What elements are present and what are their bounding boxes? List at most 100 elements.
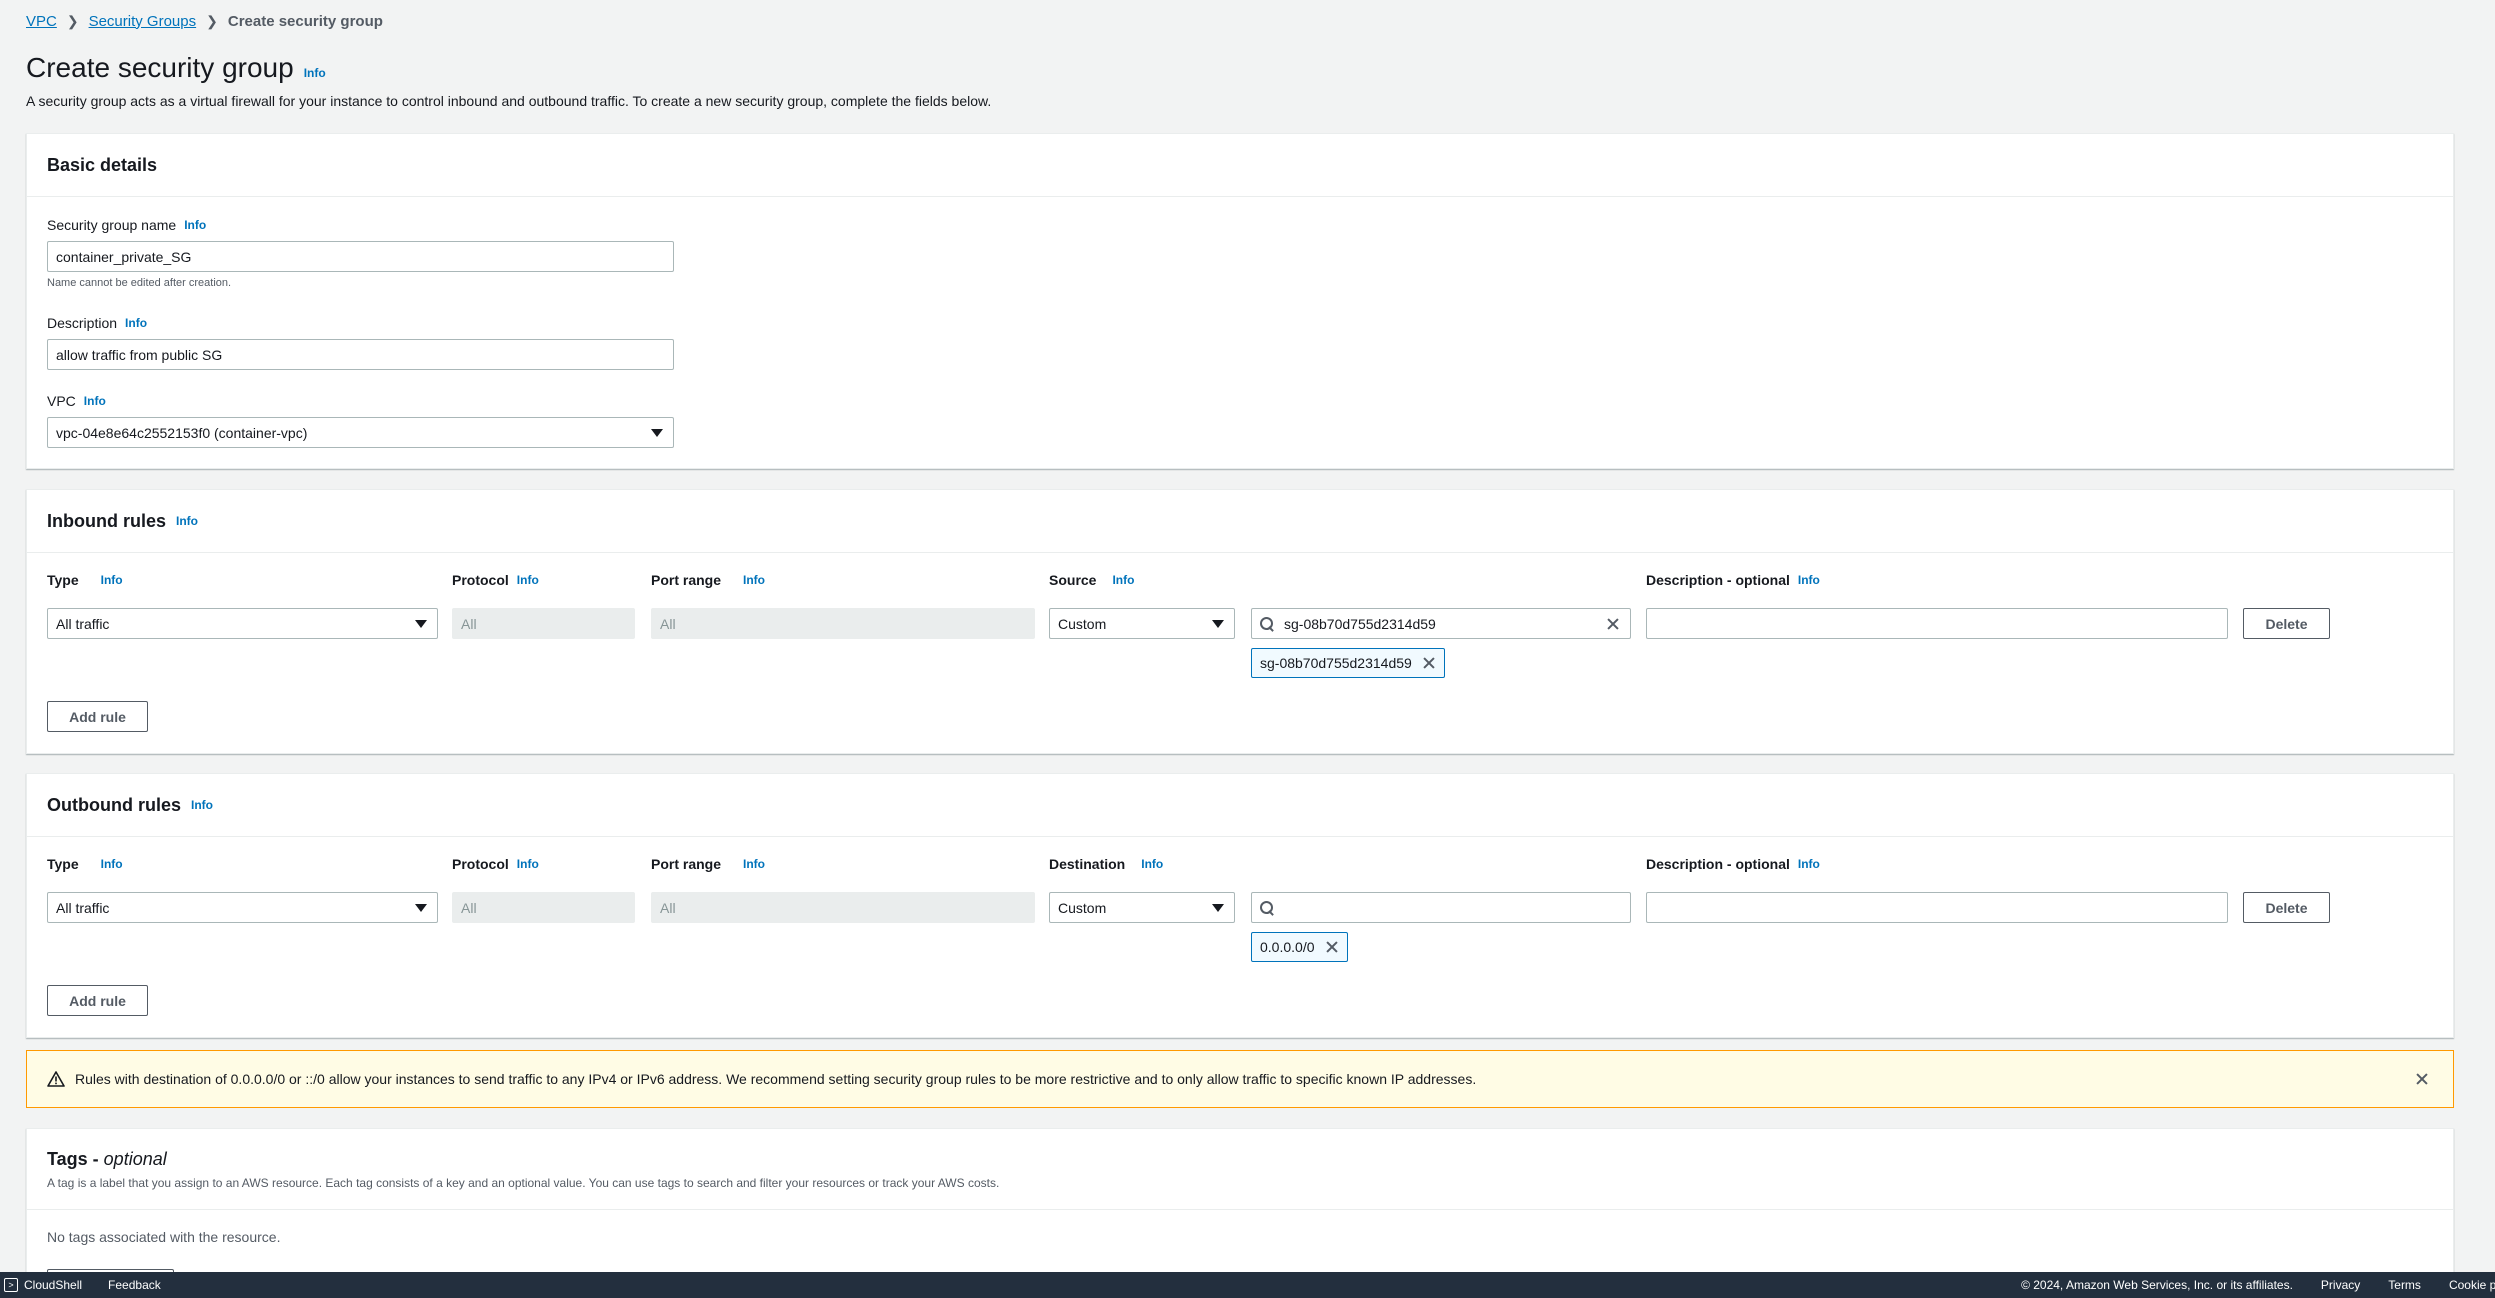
dismiss-warning-icon[interactable] — [2415, 1072, 2429, 1086]
vpc-info-link[interactable]: Info — [84, 394, 106, 408]
basic-details-header: Basic details — [27, 134, 2453, 197]
inbound-add-rule-button[interactable]: Add rule — [47, 701, 148, 732]
outbound-port-label-text: Port range — [651, 856, 722, 872]
tags-title-optional: optional — [103, 1149, 167, 1169]
outbound-dest-value: Custom — [1058, 899, 1107, 916]
outbound-rules-panel: Outbound rules Info Type Info Protocol Inf… — [26, 773, 2454, 1038]
outbound-protocol-label: Protocol Info — [452, 856, 539, 872]
outbound-dest-info-link[interactable]: Info — [1141, 857, 1163, 871]
outbound-type-info-link[interactable]: Info — [101, 857, 123, 871]
outbound-desc-label-text: Description - optional — [1646, 856, 1790, 872]
remove-token-icon[interactable] — [1422, 656, 1436, 670]
page-title: Create security group — [26, 52, 294, 83]
inbound-source-label-text: Source — [1049, 572, 1097, 588]
outbound-info-link[interactable]: Info — [191, 798, 213, 812]
vpc-select[interactable]: vpc-04e8e64c2552153f0 (container-vpc) — [47, 417, 674, 448]
sg-name-input[interactable]: container_private_SG — [47, 241, 674, 272]
basic-details-panel: Basic details Security group name Info c… — [26, 133, 2454, 469]
inbound-protocol-input: All — [452, 608, 635, 639]
outbound-add-rule-button[interactable]: Add rule — [47, 985, 148, 1016]
outbound-description-input[interactable] — [1646, 892, 2228, 923]
inbound-source-select[interactable]: Custom — [1049, 608, 1235, 639]
outbound-port-input: All — [651, 892, 1035, 923]
sg-name-label: Security group name Info — [47, 217, 206, 233]
inbound-port-info-link[interactable]: Info — [743, 573, 765, 587]
tags-title: Tags - optional — [47, 1149, 2433, 1170]
inbound-source-value: Custom — [1058, 615, 1107, 632]
privacy-link[interactable]: Privacy — [2321, 1278, 2360, 1292]
sg-name-hint: Name cannot be edited after creation. — [47, 277, 232, 289]
outbound-dest-token: 0.0.0.0/0 — [1251, 932, 1348, 962]
outbound-protocol-input: All — [452, 892, 635, 923]
breadcrumb-current: Create security group — [227, 12, 383, 30]
tags-subtitle: A tag is a label that you assign to an A… — [47, 1176, 1000, 1190]
description-input[interactable]: allow traffic from public SG — [47, 339, 674, 370]
inbound-type-label-text: Type — [47, 572, 79, 588]
cookie-preferences-link[interactable]: Cookie preferences — [2449, 1278, 2495, 1292]
inbound-source-search[interactable]: sg-08b70d755d2314d59 — [1251, 608, 1631, 639]
copyright-text: © 2024, Amazon Web Services, Inc. or its… — [2021, 1278, 2293, 1292]
inbound-source-info-link[interactable]: Info — [1112, 573, 1134, 587]
inbound-port-input: All — [651, 608, 1035, 639]
tags-title-text: Tags - — [47, 1149, 104, 1169]
remove-token-icon[interactable] — [1325, 940, 1339, 954]
outbound-delete-button[interactable]: Delete — [2243, 892, 2330, 923]
outbound-type-select[interactable]: All traffic — [47, 892, 438, 923]
inbound-description-input[interactable] — [1646, 608, 2228, 639]
terminal-icon: > — [4, 1278, 18, 1292]
warning-icon — [47, 1071, 65, 1087]
outbound-desc-info-link[interactable]: Info — [1798, 857, 1820, 871]
inbound-protocol-label-text: Protocol — [452, 572, 509, 588]
outbound-port-info-link[interactable]: Info — [743, 857, 765, 871]
outbound-dest-search[interactable] — [1251, 892, 1631, 923]
footer-left: > CloudShell Feedback — [0, 1278, 161, 1292]
outbound-dest-token-text: 0.0.0.0/0 — [1260, 939, 1315, 955]
footer-bar: > CloudShell Feedback © 2024, Amazon Web… — [0, 1272, 2495, 1298]
outbound-dest-select[interactable]: Custom — [1049, 892, 1235, 923]
caret-down-icon — [1212, 904, 1224, 912]
outbound-protocol-label-text: Protocol — [452, 856, 509, 872]
warning-alert: Rules with destination of 0.0.0.0/0 or :… — [26, 1050, 2454, 1108]
vpc-label-text: VPC — [47, 393, 76, 409]
outbound-dest-label: Destination Info — [1049, 856, 1163, 872]
outbound-type-value: All traffic — [56, 899, 110, 916]
inbound-desc-info-link[interactable]: Info — [1798, 573, 1820, 587]
cloudshell-button[interactable]: > CloudShell — [4, 1278, 82, 1292]
warning-text: Rules with destination of 0.0.0.0/0 or :… — [75, 1071, 1477, 1087]
inbound-rules-header: Inbound rules Info — [27, 490, 2453, 553]
search-icon — [1260, 616, 1274, 631]
title-info-link[interactable]: Info — [304, 66, 326, 80]
sg-name-label-text: Security group name — [47, 217, 177, 233]
search-icon — [1260, 900, 1274, 915]
tags-panel: Tags - optional A tag is a label that yo… — [26, 1128, 2454, 1272]
outbound-type-label: Type Info — [47, 856, 123, 872]
basic-details-title: Basic details — [47, 154, 158, 175]
outbound-desc-label: Description - optional Info — [1646, 856, 1820, 872]
inbound-type-info-link[interactable]: Info — [101, 573, 123, 587]
outbound-port-label: Port range Info — [651, 856, 765, 872]
inbound-rules-panel: Inbound rules Info Type Info Protocol Info… — [26, 489, 2454, 754]
inbound-source-label: Source Info — [1049, 572, 1134, 588]
breadcrumb-security-groups-link[interactable]: Security Groups — [89, 13, 197, 30]
description-info-link[interactable]: Info — [125, 316, 147, 330]
chevron-right-icon: ❯ — [206, 12, 218, 29]
inbound-info-link[interactable]: Info — [176, 514, 198, 528]
caret-down-icon — [415, 904, 427, 912]
inbound-protocol-info-link[interactable]: Info — [517, 573, 539, 587]
terms-link[interactable]: Terms — [2388, 1278, 2421, 1292]
vpc-label: VPC Info — [47, 393, 106, 409]
sg-name-info-link[interactable]: Info — [184, 218, 206, 232]
inbound-rules-title: Inbound rules — [47, 510, 166, 531]
clear-icon[interactable] — [1606, 617, 1620, 631]
inbound-type-select[interactable]: All traffic — [47, 608, 438, 639]
outbound-protocol-info-link[interactable]: Info — [517, 857, 539, 871]
chevron-right-icon: ❯ — [66, 12, 79, 29]
feedback-link[interactable]: Feedback — [108, 1278, 161, 1292]
inbound-delete-button[interactable]: Delete — [2243, 608, 2330, 639]
breadcrumb-vpc-link[interactable]: VPC — [26, 13, 57, 30]
outbound-dest-label-text: Destination — [1049, 856, 1126, 872]
page-header: Create security group Info — [26, 52, 326, 84]
outbound-type-label-text: Type — [47, 856, 79, 872]
inbound-port-label-text: Port range — [651, 572, 722, 588]
caret-down-icon — [651, 429, 663, 437]
